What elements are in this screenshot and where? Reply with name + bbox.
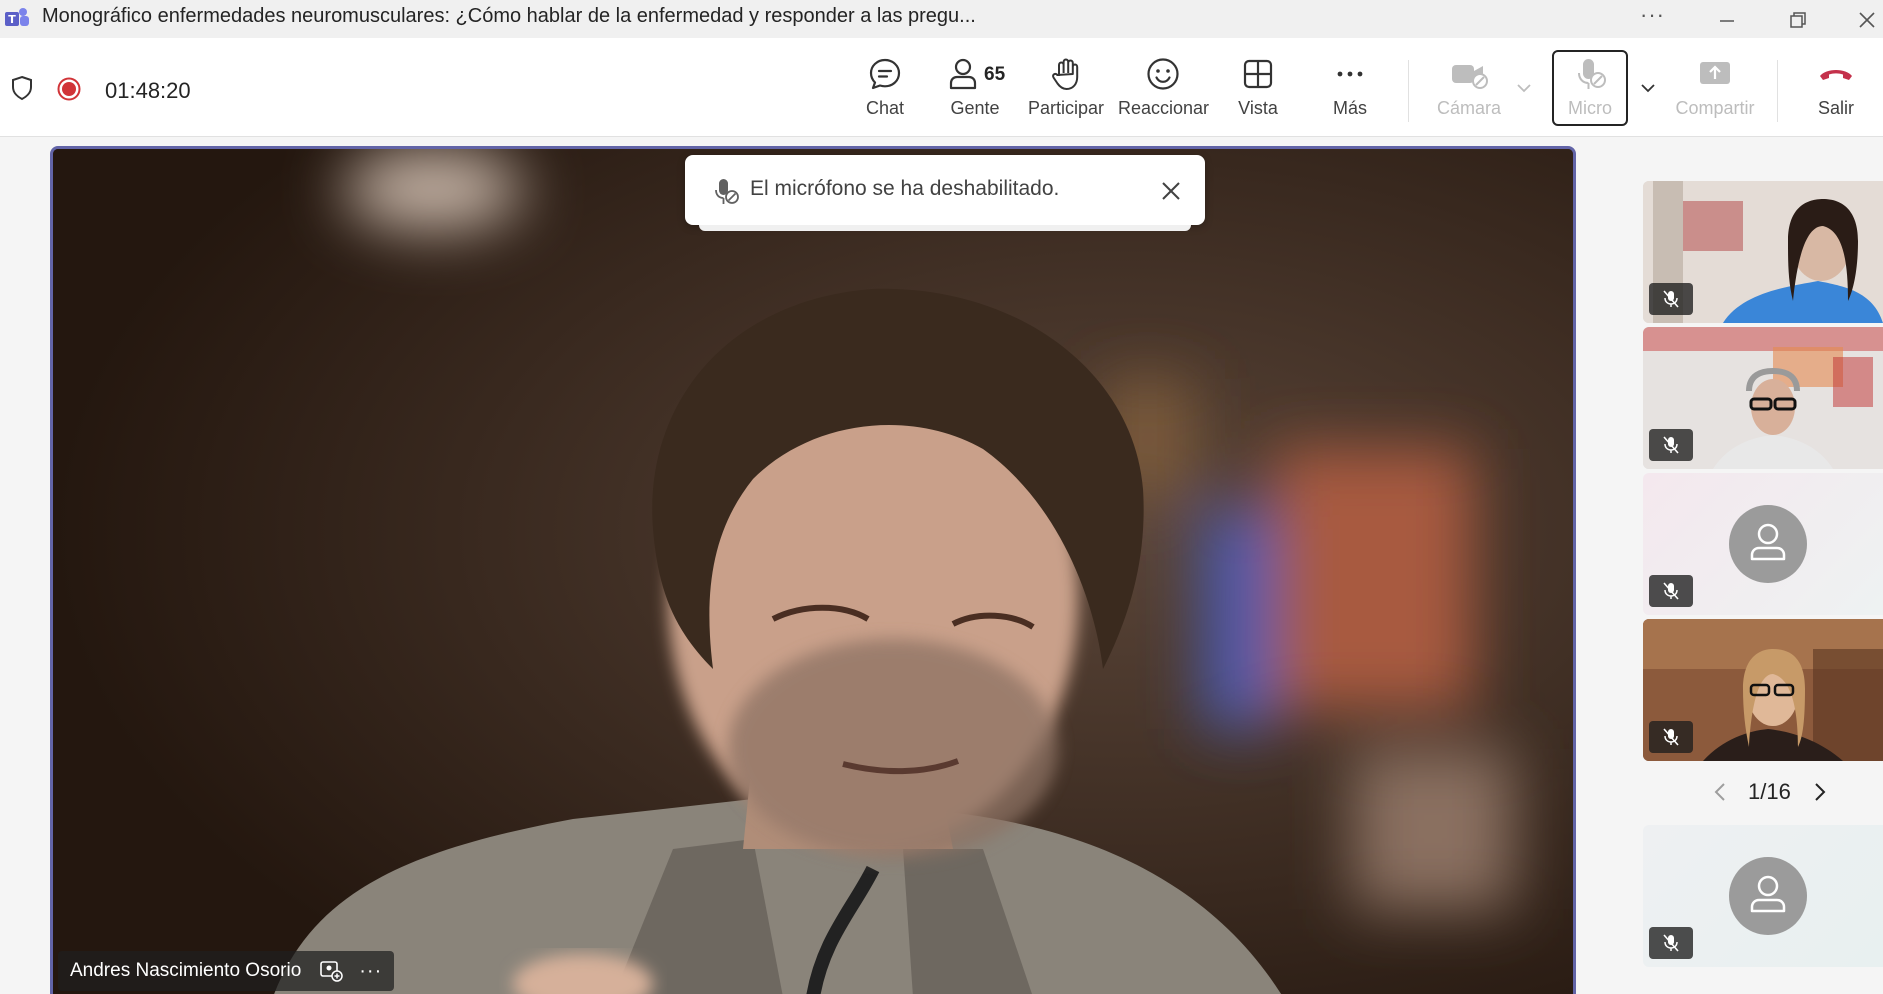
mic-muted-icon	[1663, 290, 1679, 308]
toast-message: El micrófono se ha deshabilitado.	[750, 177, 1060, 200]
mic-label: Micro	[1568, 98, 1612, 118]
chat-label: Chat	[865, 98, 905, 118]
react-label: Reaccionar	[1118, 98, 1210, 118]
grid-view-icon	[1243, 59, 1273, 89]
close-window-icon[interactable]	[1852, 6, 1882, 34]
leave-label: Salir	[1817, 98, 1854, 118]
people-icon	[949, 58, 977, 90]
participant-muted-badge	[1649, 283, 1693, 315]
mic-button[interactable]: Micro	[1555, 56, 1625, 126]
chat-button[interactable]: Chat	[855, 56, 915, 126]
toolbar-divider	[1408, 60, 1409, 122]
more-button[interactable]: Más	[1320, 56, 1380, 126]
toast-stack-shadow	[699, 225, 1191, 231]
more-icon	[1337, 71, 1363, 77]
title-bar: T Monográfico enfermedades neuromuscular…	[0, 0, 1883, 38]
meeting-timer: 01:48:20	[105, 78, 191, 103]
teams-logo-icon: T	[5, 8, 29, 26]
participant-muted-badge	[1649, 721, 1693, 753]
participant-tile[interactable]	[1643, 473, 1883, 615]
participant-tile[interactable]	[1643, 327, 1883, 469]
people-label: Gente	[950, 98, 1000, 118]
svg-text:T: T	[8, 13, 16, 26]
mic-options-chevron-icon[interactable]	[1639, 82, 1657, 94]
speaker-name-tag: Andres Nascimiento Osorio ···	[58, 951, 395, 991]
meeting-toolbar: 01:48:20 Chat Gente 65 Participar Reacci…	[0, 38, 1883, 137]
participant-muted-badge	[1649, 575, 1693, 607]
participant-count: 65	[984, 64, 1006, 85]
avatar	[1729, 857, 1807, 935]
participant-tile[interactable]	[1643, 619, 1883, 761]
avatar	[1729, 505, 1807, 583]
toolbar-divider	[1777, 60, 1778, 122]
camera-options-chevron-icon[interactable]	[1515, 82, 1533, 94]
camera-button[interactable]: Cámara	[1432, 56, 1506, 126]
camera-label: Cámara	[1436, 98, 1502, 118]
raise-hand-label: Participar	[1027, 98, 1105, 118]
view-label: Vista	[1238, 98, 1278, 118]
raise-hand-button[interactable]: Participar	[1026, 56, 1106, 126]
person-icon	[1750, 523, 1786, 561]
smiley-icon	[1147, 58, 1179, 90]
minimize-icon[interactable]	[1712, 6, 1742, 34]
shield-icon[interactable]	[10, 74, 34, 102]
close-toast-icon[interactable]	[1160, 180, 1182, 202]
camera-off-icon	[1452, 65, 1488, 89]
previous-page-icon[interactable]	[1712, 781, 1728, 803]
hang-up-icon	[1820, 70, 1852, 80]
speaker-name: Andres Nascimiento Osorio	[70, 960, 302, 981]
leave-button[interactable]: Salir	[1808, 56, 1864, 126]
next-page-icon[interactable]	[1812, 781, 1828, 803]
mic-muted-icon	[1663, 934, 1679, 952]
mic-off-icon	[715, 179, 739, 204]
spotlight-icon[interactable]	[319, 960, 344, 982]
share-button[interactable]: Compartir	[1668, 56, 1762, 126]
page-indicator: 1/16	[1748, 779, 1791, 804]
react-button[interactable]: Reaccionar	[1118, 56, 1210, 126]
speaker-more-button[interactable]: ···	[359, 960, 382, 983]
more-label: Más	[1332, 98, 1367, 118]
active-speaker-video[interactable]	[50, 146, 1576, 994]
recording-icon	[57, 77, 81, 101]
titlebar-more-button[interactable]: ···	[1640, 2, 1665, 28]
participant-muted-badge	[1649, 927, 1693, 959]
participant-tile[interactable]	[1643, 181, 1883, 323]
raise-hand-icon	[1052, 58, 1079, 90]
participant-tile[interactable]	[1643, 825, 1883, 967]
view-button[interactable]: Vista	[1228, 56, 1288, 126]
participant-muted-badge	[1649, 429, 1693, 461]
mic-muted-icon	[1663, 728, 1679, 746]
mic-muted-icon	[1663, 436, 1679, 454]
mic-off-icon	[1578, 59, 1606, 89]
mic-muted-icon	[1663, 582, 1679, 600]
restore-icon[interactable]	[1782, 6, 1812, 34]
chat-icon	[869, 58, 901, 90]
person-icon	[1750, 875, 1786, 913]
mic-disabled-toast: El micrófono se ha deshabilitado.	[685, 155, 1205, 231]
share-icon	[1700, 62, 1730, 84]
speaker-video-frame	[53, 149, 1573, 994]
share-label: Compartir	[1675, 98, 1755, 118]
window-title: Monográfico enfermedades neuromusculares…	[42, 5, 976, 27]
